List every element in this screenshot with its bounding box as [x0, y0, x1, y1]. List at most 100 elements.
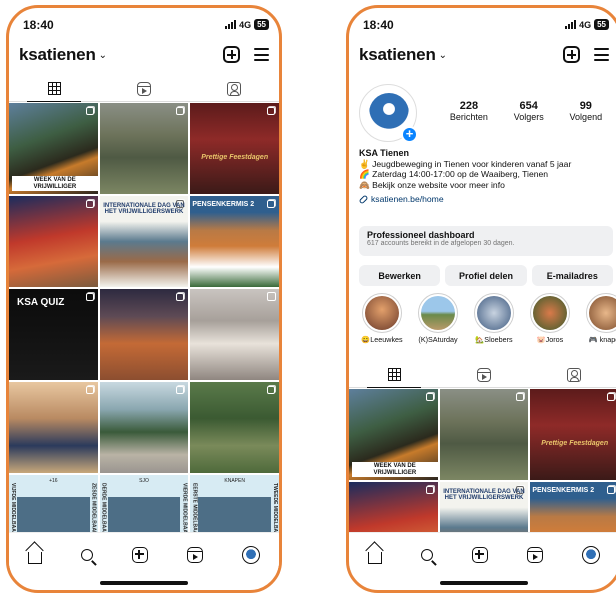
reels-icon [477, 367, 491, 382]
profile-tabs [349, 362, 616, 388]
highlight-sloebers[interactable]: 🏡Sloebers [469, 293, 519, 353]
post-thumbnail[interactable] [439, 389, 529, 480]
carousel-icon [606, 393, 615, 401]
share-profile-button[interactable]: Profiel delen [445, 265, 527, 286]
stat-followers[interactable]: 654 Volgers [514, 100, 544, 122]
tab-tagged[interactable] [189, 76, 279, 101]
create-icon[interactable] [471, 546, 488, 563]
phone-right: 18:40 4G 55 ksatienen ⌄ + 228 Berichten 65… [346, 5, 616, 593]
post-header: KNAPEN [224, 478, 245, 484]
highlight-ksaturday[interactable]: (K)SAturday [413, 293, 463, 353]
search-icon[interactable] [81, 548, 94, 561]
username-switcher[interactable]: ksatienen ⌄ [19, 45, 107, 65]
post-thumbnail[interactable]: INTERNATIONALE DAG VAN HET VRIJWILLIGERS… [99, 196, 189, 287]
post-header: +16 [49, 478, 58, 484]
reels-nav-icon[interactable] [526, 546, 543, 563]
tab-grid[interactable] [9, 76, 99, 102]
home-icon[interactable] [28, 551, 43, 564]
highlight-cover [589, 296, 616, 330]
post-thumbnail[interactable]: WEEK VAN DE VRIJWILLIGER [9, 103, 98, 194]
post-thumbnail[interactable]: WEEK VAN DE VRIJWILLIGER [349, 389, 438, 480]
highlight-label: 🎮 knapen [588, 335, 616, 344]
tab-reels[interactable] [439, 362, 529, 387]
tab-reels[interactable] [99, 76, 189, 101]
post-caption: Prettige Feestdagen [541, 440, 609, 447]
bio-line: ✌️ Jeugdbeweging in Tienen voor kinderen… [359, 158, 572, 169]
battery-icon: 55 [594, 19, 609, 30]
post-thumbnail[interactable] [9, 382, 98, 473]
tagged-icon [227, 81, 241, 96]
reels-nav-icon[interactable] [186, 546, 203, 563]
highlight-cover [421, 296, 455, 330]
highlight-leeuwkes[interactable]: 😄Leeuwkes [357, 293, 407, 353]
website-url: ksatienen.be/home [371, 194, 444, 204]
home-icon[interactable] [368, 551, 383, 564]
post-caption-side: ZESDE MIDDELBAAR [90, 483, 97, 535]
profile-avatar-icon[interactable] [581, 545, 600, 564]
menu-icon[interactable] [254, 48, 269, 61]
signal-icon [565, 20, 577, 29]
stat-posts[interactable]: 228 Berichten [450, 100, 488, 122]
carousel-icon [85, 386, 94, 394]
create-post-icon[interactable] [223, 46, 240, 63]
tab-tagged[interactable] [529, 362, 616, 387]
bottom-nav [9, 532, 279, 576]
edit-profile-button[interactable]: Bewerken [359, 265, 441, 286]
reel-icon [266, 292, 276, 301]
post-caption: KSA QUIZ [17, 297, 65, 308]
highlight-knapen[interactable]: 🎮 knapen [581, 293, 616, 353]
home-indicator [440, 581, 528, 585]
post-thumbnail[interactable]: Prettige Feestdagen [190, 103, 279, 194]
post-thumbnail[interactable]: KSA QUIZ [9, 289, 98, 380]
highlight-joros[interactable]: 🐷Joros [525, 293, 575, 353]
battery-icon: 55 [254, 19, 269, 30]
post-caption: PENSENKERMIS 2 [192, 201, 255, 208]
highlight-label: 😄Leeuwkes [361, 335, 403, 344]
reels-icon [137, 81, 151, 96]
profile-avatar-icon[interactable] [241, 545, 260, 564]
username: ksatienen [359, 45, 436, 64]
stat-number: 228 [459, 100, 479, 112]
post-thumbnail[interactable] [190, 382, 279, 473]
post-caption-side: TWEEDE MIDDELBAAR [271, 483, 278, 540]
post-thumbnail[interactable] [9, 196, 98, 287]
create-post-icon[interactable] [563, 46, 580, 63]
post-caption: INTERNATIONALE DAG VAN HET VRIJWILLIGERS… [443, 489, 525, 502]
display-name: KSA Tienen [359, 148, 410, 158]
carousel-icon [266, 386, 275, 394]
story-highlights: 😄Leeuwkes (K)SAturday 🏡Sloebers 🐷Joros 🎮… [349, 293, 616, 353]
search-icon[interactable] [421, 548, 434, 561]
chevron-down-icon: ⌄ [438, 50, 447, 61]
stat-label: Volgers [513, 112, 544, 122]
post-thumbnail[interactable] [99, 382, 189, 473]
website-link[interactable]: ksatienen.be/home [358, 194, 613, 205]
highlight-label: (K)SAturday [418, 335, 458, 344]
post-thumbnail[interactable] [190, 289, 279, 380]
stat-following[interactable]: 99 Volgend [570, 100, 603, 122]
post-caption: WEEK VAN DE VRIJWILLIGER [352, 462, 438, 477]
post-thumbnail[interactable]: Prettige Feestdagen [530, 389, 616, 480]
tab-grid[interactable] [349, 362, 439, 388]
tagged-icon [567, 367, 581, 382]
grid-icon [47, 82, 61, 95]
stat-number: 99 [579, 100, 592, 112]
email-button[interactable]: E-mailadres [531, 265, 613, 286]
highlight-cover [477, 296, 511, 330]
highlight-cover [533, 296, 567, 330]
create-icon[interactable] [131, 546, 148, 563]
bio-line: 🌈 Zaterdag 14:00-17:00 op de Waaiberg, T… [359, 169, 549, 179]
post-thumbnail[interactable] [99, 289, 189, 380]
menu-icon[interactable] [594, 48, 609, 61]
profile-header: ksatienen ⌄ [9, 42, 279, 72]
professional-dashboard[interactable]: Professioneel dashboard 617 accounts ber… [359, 226, 613, 256]
status-time: 18:40 [363, 18, 394, 32]
carousel-icon [176, 386, 185, 394]
post-caption: WEEK VAN DE VRIJWILLIGER [12, 176, 98, 191]
add-story-button[interactable]: + [401, 126, 418, 143]
ksa-logo [369, 93, 409, 133]
post-thumbnail[interactable]: PENSENKERMIS 2 [190, 196, 279, 287]
stat-number: 654 [519, 100, 538, 112]
username: ksatienen [19, 45, 96, 64]
username-switcher[interactable]: ksatienen ⌄ [359, 45, 447, 65]
post-thumbnail[interactable] [99, 103, 189, 194]
